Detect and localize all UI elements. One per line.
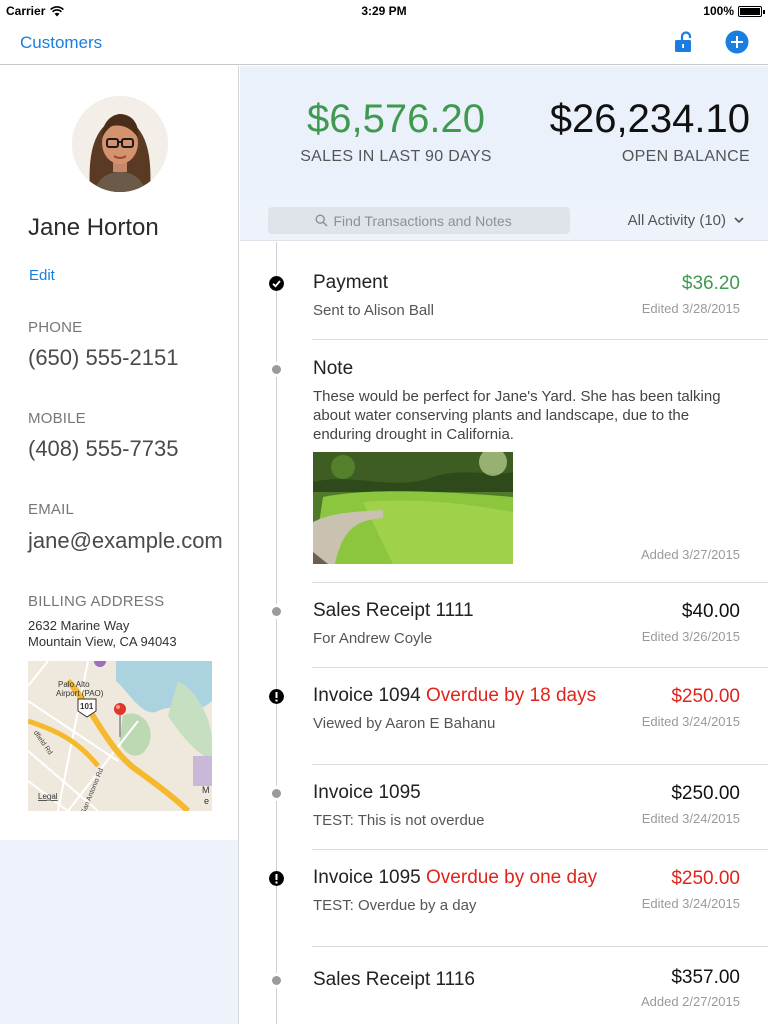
transaction-row-invoice-1095[interactable]: Invoice 1095 TEST: This is not overdue $… bbox=[240, 765, 768, 850]
transaction-row-invoice-1095-overdue[interactable]: Invoice 1095 Overdue by one day TEST: Ov… bbox=[240, 850, 768, 947]
transaction-subtitle: For Andrew Coyle bbox=[313, 630, 433, 647]
transaction-amount: $40.00 bbox=[681, 601, 740, 622]
search-icon bbox=[314, 214, 327, 227]
transaction-subtitle: TEST: Overdue by a day bbox=[313, 897, 477, 914]
transaction-title-text: Invoice 1095 bbox=[313, 867, 421, 888]
alert-icon bbox=[269, 871, 284, 886]
transaction-title: Sales Receipt 1111 bbox=[313, 600, 474, 621]
transaction-title: Sales Receipt 1116 bbox=[313, 969, 475, 990]
transaction-amount: $357.00 bbox=[671, 967, 740, 988]
mobile-value[interactable]: (408) 555-7735 bbox=[28, 436, 178, 462]
transaction-date: Edited 3/24/2015 bbox=[641, 714, 740, 729]
overdue-status: Overdue by 18 days bbox=[426, 685, 597, 706]
open-balance-label: OPEN BALANCE bbox=[621, 148, 750, 165]
transaction-row-invoice-1094[interactable]: Invoice 1094 Overdue by 18 days Viewed b… bbox=[240, 668, 768, 765]
address-map[interactable]: Palo Alto Airport (PAO) 101 dfield Rd Sa… bbox=[28, 661, 212, 811]
email-value[interactable]: jane@example.com bbox=[28, 528, 223, 554]
transaction-title: Invoice 1094 Overdue by 18 days bbox=[313, 685, 596, 707]
activity-filter-dropdown[interactable]: All Activity (10) bbox=[628, 212, 744, 229]
balance-summary: $26,234.10 OPEN BALANCE bbox=[530, 94, 750, 166]
add-circle-icon[interactable] bbox=[724, 29, 750, 55]
transaction-date: Edited 3/26/2015 bbox=[641, 629, 740, 644]
email-label: EMAIL bbox=[28, 501, 75, 518]
transaction-row-payment[interactable]: Payment Sent to Alison Ball $36.20 Edite… bbox=[240, 242, 768, 340]
transaction-date: Edited 3/24/2015 bbox=[641, 811, 740, 826]
navigation-bar: Customers bbox=[0, 22, 768, 65]
search-input[interactable] bbox=[333, 212, 524, 229]
address-line-2: Mountain View, CA 94043 bbox=[28, 634, 177, 649]
transaction-date: Added 2/27/2015 bbox=[640, 994, 740, 1009]
battery-percent: 100% bbox=[703, 4, 734, 18]
avatar-illustration bbox=[72, 96, 168, 192]
mobile-label: MOBILE bbox=[28, 410, 86, 427]
note-title: Note bbox=[313, 358, 354, 379]
transaction-amount: $250.00 bbox=[671, 783, 740, 804]
customers-back-button[interactable]: Customers bbox=[20, 33, 102, 53]
check-circle-icon bbox=[269, 276, 284, 291]
billing-address-label: BILLING ADDRESS bbox=[28, 593, 165, 610]
dot-icon bbox=[269, 362, 284, 377]
map-label-highway: 101 bbox=[80, 702, 94, 711]
map-legal-link[interactable]: Legal bbox=[38, 792, 58, 801]
transaction-row-sales-receipt-1116[interactable]: Sales Receipt 1116 $357.00 Added 2/27/20… bbox=[240, 947, 768, 1024]
note-row[interactable]: Note These would be perfect for Jane's Y… bbox=[240, 340, 768, 583]
map-label-airport: Palo Alto bbox=[58, 680, 90, 689]
map-label-corner-2: e bbox=[204, 796, 209, 806]
sidebar-empty-area bbox=[0, 840, 239, 1024]
sales-amount: $6,576.20 bbox=[307, 97, 485, 141]
lock-open-icon[interactable] bbox=[672, 29, 698, 55]
customer-name: Jane Horton bbox=[28, 214, 159, 241]
alert-icon bbox=[269, 689, 284, 704]
transaction-amount: $36.20 bbox=[681, 273, 740, 294]
dot-icon bbox=[269, 973, 284, 988]
transaction-row-sales-receipt-1111[interactable]: Sales Receipt 1111 For Andrew Coyle $40.… bbox=[240, 583, 768, 668]
avatar bbox=[72, 96, 168, 192]
overdue-status: Overdue by one day bbox=[426, 867, 598, 888]
note-body: These would be perfect for Jane's Yard. … bbox=[313, 388, 721, 443]
transaction-title: Invoice 1095 Overdue by one day bbox=[313, 867, 597, 889]
transaction-title-text: Invoice 1094 bbox=[313, 685, 421, 706]
transaction-title-text: Payment bbox=[313, 272, 388, 293]
transaction-subtitle: TEST: This is not overdue bbox=[313, 812, 485, 829]
account-summary: $6,576.20 SALES IN LAST 90 DAYS $26,234.… bbox=[240, 66, 768, 199]
transaction-date: Edited 3/24/2015 bbox=[641, 896, 740, 911]
edit-customer-link[interactable]: Edit bbox=[29, 267, 55, 284]
search-box[interactable] bbox=[268, 207, 570, 234]
dot-icon bbox=[269, 604, 284, 619]
activity-filter-label: All Activity (10) bbox=[627, 212, 726, 229]
chevron-down-icon bbox=[734, 217, 744, 224]
battery-indicator: 100% bbox=[703, 4, 765, 18]
garden-photo bbox=[313, 452, 513, 564]
transaction-subtitle: Viewed by Aaron E Bahanu bbox=[313, 715, 496, 732]
phone-label: PHONE bbox=[28, 319, 83, 336]
sales-summary: $6,576.20 SALES IN LAST 90 DAYS bbox=[292, 94, 500, 166]
transaction-title: Invoice 1095 bbox=[313, 782, 421, 803]
dot-icon bbox=[269, 786, 284, 801]
activity-timeline: Payment Sent to Alison Ball $36.20 Edite… bbox=[240, 242, 768, 1024]
map-graphic: Palo Alto Airport (PAO) 101 dfield Rd Sa… bbox=[28, 661, 212, 811]
sales-label: SALES IN LAST 90 DAYS bbox=[300, 148, 492, 165]
phone-value[interactable]: (650) 555-2151 bbox=[28, 345, 178, 371]
transaction-amount: $250.00 bbox=[671, 868, 740, 889]
filter-bar: All Activity (10) bbox=[240, 199, 768, 241]
customer-sidebar: Jane Horton Edit PHONE (650) 555-2151 MO… bbox=[0, 66, 239, 840]
transaction-date: Edited 3/28/2015 bbox=[641, 301, 740, 316]
map-label-airport-code: Airport (PAO) bbox=[56, 689, 104, 698]
status-bar: Carrier 3:29 PM 100% bbox=[0, 0, 768, 22]
transaction-amount: $250.00 bbox=[671, 686, 740, 707]
note-photo[interactable] bbox=[313, 452, 513, 564]
address-line-1: 2632 Marine Way bbox=[28, 618, 130, 633]
transaction-title: Payment bbox=[313, 272, 388, 294]
open-balance-amount: $26,234.10 bbox=[549, 97, 750, 141]
clock: 3:29 PM bbox=[361, 4, 407, 18]
map-label-corner: M bbox=[202, 785, 210, 795]
battery-icon bbox=[738, 5, 765, 17]
transaction-subtitle: Sent to Alison Ball bbox=[313, 302, 434, 319]
note-date: Added 3/27/2015 bbox=[640, 547, 740, 562]
